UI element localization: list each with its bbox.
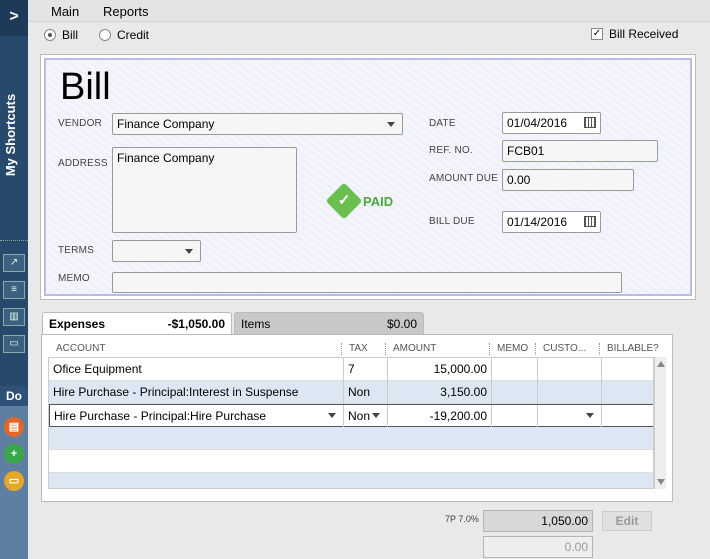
print-icon[interactable]: ▤ — [4, 417, 24, 437]
external-link-icon[interactable]: ↗ — [3, 254, 25, 272]
bill-received-checkbox[interactable]: ✓ Bill Received — [591, 27, 678, 41]
ref-label: REF. NO. — [429, 145, 473, 156]
vendor-label: VENDOR — [58, 118, 102, 129]
paid-label: PAID — [363, 193, 394, 209]
bill-received-label: Bill Received — [609, 27, 679, 41]
customer-cell[interactable] — [538, 381, 602, 404]
table-row[interactable] — [49, 427, 653, 450]
sidebar-title[interactable]: My Shortcuts — [3, 89, 25, 181]
address-field[interactable]: Finance Company — [112, 147, 297, 233]
vendor-select[interactable]: Finance Company — [112, 113, 403, 135]
bill-due-value: 01/14/2016 — [507, 215, 568, 229]
memo-cell[interactable] — [492, 405, 538, 428]
tax-code-label: 7P 7.0% — [445, 514, 479, 524]
table-row-editing[interactable]: Hire Purchase - Principal:Hire Purchase … — [49, 404, 653, 428]
customer-cell[interactable] — [538, 358, 602, 381]
tab-items-label: Items — [241, 317, 271, 331]
col-memo[interactable]: MEMO — [497, 343, 528, 354]
table-row[interactable]: Ofice Equipment 7 15,000.00 — [49, 358, 653, 381]
terms-label: TERMS — [58, 245, 94, 256]
date-label: DATE — [429, 118, 456, 129]
bill-due-label: BILL DUE — [429, 216, 475, 227]
bill-panel: Bill VENDOR Finance Company ADDRESS Fina… — [40, 54, 696, 300]
terms-select[interactable] — [112, 240, 201, 262]
customer-select[interactable] — [538, 405, 602, 428]
paid-stamp: ✓ PAID — [325, 182, 394, 220]
memo-cell[interactable] — [492, 358, 538, 381]
grid-header: ACCOUNT TAX AMOUNT MEMO CUSTO... BILLABL… — [48, 341, 668, 357]
bill-radio-dot[interactable] — [44, 29, 56, 41]
edit-button[interactable]: Edit — [602, 511, 652, 531]
menu-reports[interactable]: Reports — [103, 4, 149, 19]
credit-radio[interactable]: Credit — [99, 28, 149, 42]
grid-scrollbar[interactable] — [654, 357, 666, 489]
tax-cell[interactable]: 7 — [344, 358, 388, 381]
amount-cell[interactable]: -19,200.00 — [388, 405, 492, 428]
account-cell[interactable]: Ofice Equipment — [49, 358, 344, 381]
table-row[interactable] — [49, 473, 653, 488]
expenses-grid: ACCOUNT TAX AMOUNT MEMO CUSTO... BILLABL… — [41, 334, 673, 502]
col-amount[interactable]: AMOUNT — [393, 343, 436, 354]
date-value: 01/04/2016 — [507, 116, 568, 130]
detail-tabs: Expenses -$1,050.00 Items $0.00 — [42, 312, 424, 334]
memo-cell[interactable] — [492, 381, 538, 404]
tax-select[interactable]: Non — [344, 405, 388, 428]
bill-radio[interactable]: Bill — [44, 28, 78, 42]
card-icon[interactable]: ▭ — [4, 471, 24, 491]
bill-due-field[interactable]: 01/14/2016 — [502, 211, 601, 233]
table-row[interactable]: Hire Purchase - Principal:Interest in Su… — [49, 381, 653, 404]
memo-label: MEMO — [58, 273, 90, 284]
col-billable[interactable]: BILLABLE? — [607, 343, 659, 354]
amount-cell[interactable]: 15,000.00 — [388, 358, 492, 381]
shortcuts-sidebar: > My Shortcuts ↗ ≡ ▥ ▭ Do ▤ + ▭ — [0, 0, 28, 559]
col-customer[interactable]: CUSTO... — [543, 343, 586, 354]
tax-cell[interactable]: Non — [344, 381, 388, 404]
tab-expenses[interactable]: Expenses -$1,050.00 — [42, 312, 232, 334]
grid-rows: Ofice Equipment 7 15,000.00 Hire Purchas… — [48, 357, 654, 489]
tab-expenses-label: Expenses — [49, 317, 106, 331]
window-icon[interactable]: ▭ — [3, 335, 25, 353]
do-section-label: Do — [0, 386, 28, 406]
amount-cell[interactable]: 3,150.00 — [388, 381, 492, 404]
ref-field[interactable]: FCB01 — [502, 140, 658, 162]
table-row[interactable] — [49, 450, 653, 473]
col-account[interactable]: ACCOUNT — [56, 343, 105, 354]
amount-due-field: 0.00 — [502, 169, 634, 191]
menu-main[interactable]: Main — [51, 4, 79, 19]
expenses-total: -$1,050.00 — [167, 317, 225, 331]
col-tax[interactable]: TAX — [349, 343, 368, 354]
address-label: ADDRESS — [58, 158, 108, 169]
amount-due-label: AMOUNT DUE — [429, 173, 499, 184]
tax-total-field: 1,050.00 — [483, 510, 593, 532]
check-icon: ✓ — [325, 182, 363, 220]
items-total: $0.00 — [386, 317, 417, 331]
credit-radio-label: Credit — [117, 28, 150, 42]
bill-heading: Bill — [60, 66, 111, 108]
credit-radio-dot[interactable] — [99, 29, 111, 41]
bar-chart-icon[interactable]: ▥ — [3, 308, 25, 326]
memo-field[interactable] — [112, 272, 622, 293]
calendar-icon[interactable] — [584, 216, 596, 227]
expand-sidebar-button[interactable]: > — [0, 0, 28, 36]
list-icon[interactable]: ≡ — [3, 281, 25, 299]
total-field: 0.00 — [483, 536, 593, 558]
scroll-down-icon[interactable] — [657, 479, 665, 485]
account-cell[interactable]: Hire Purchase - Principal:Interest in Su… — [49, 381, 344, 404]
calendar-icon[interactable] — [584, 117, 596, 128]
bill-radio-label: Bill — [62, 28, 79, 42]
check-icon[interactable]: ✓ — [591, 28, 603, 40]
scroll-up-icon[interactable] — [657, 361, 665, 367]
date-field[interactable]: 01/04/2016 — [502, 112, 601, 134]
account-select[interactable]: Hire Purchase - Principal:Hire Purchase — [50, 405, 344, 428]
menu-bar: Main Reports — [28, 0, 710, 22]
tab-items[interactable]: Items $0.00 — [234, 312, 424, 334]
add-icon[interactable]: + — [4, 444, 24, 464]
